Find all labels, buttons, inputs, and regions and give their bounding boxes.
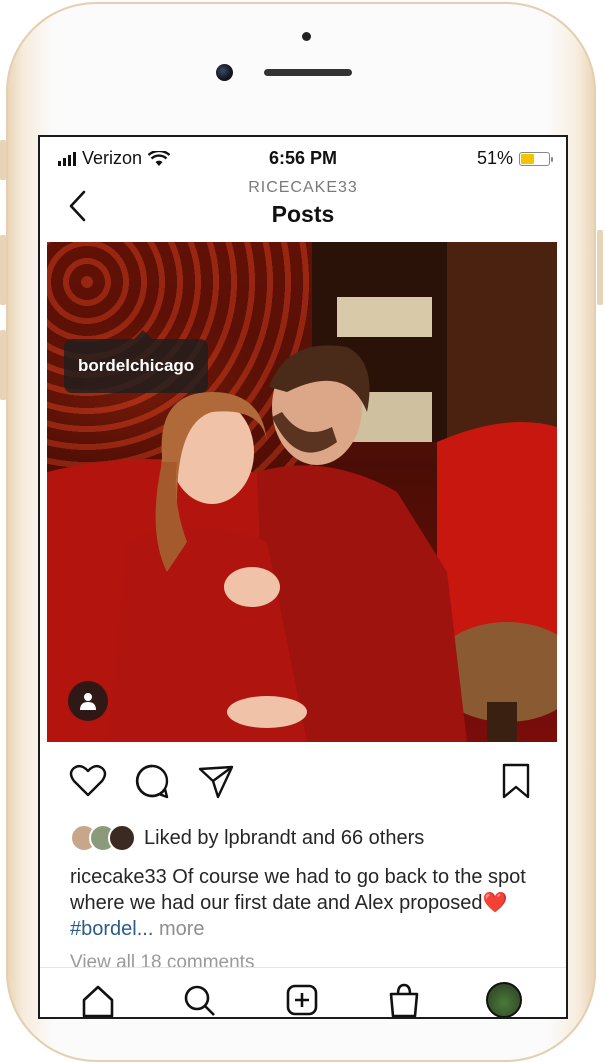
likes-prefix: Liked by (144, 826, 219, 849)
battery-icon (519, 151, 553, 166)
front-camera (216, 64, 233, 81)
bottom-tab-bar (40, 967, 566, 1018)
post-caption: ricecake33 Of course we had to go back t… (70, 864, 540, 942)
posts-header: RICECAKE33 Posts (40, 175, 566, 237)
caption-hashtag[interactable]: #bordel... (70, 918, 153, 940)
liker-avatars[interactable] (70, 824, 136, 852)
comment-icon[interactable] (132, 761, 172, 801)
likes-others[interactable]: 66 others (341, 827, 424, 850)
power-button (597, 230, 603, 305)
heart-icon[interactable] (68, 761, 108, 801)
header-username: RICECAKE33 (248, 179, 358, 196)
volume-down-button (0, 330, 6, 400)
post-photo[interactable]: bordelchicago (47, 242, 557, 742)
caption-username[interactable]: ricecake33 (70, 866, 167, 888)
person-icon[interactable] (68, 681, 108, 721)
earpiece-speaker (264, 69, 352, 76)
battery-group: 51% (476, 148, 553, 169)
heart-emoji: ❤️ (482, 892, 508, 914)
photo-scene (47, 242, 557, 742)
likes-summary: Liked by lpbrandt and 66 others (70, 823, 424, 853)
page-title: Posts (271, 201, 335, 227)
likes-middle: and (301, 826, 336, 849)
search-icon[interactable] (181, 982, 217, 1018)
shop-icon[interactable] (386, 982, 422, 1018)
avatar (108, 824, 136, 852)
battery-percent: 51% (476, 148, 513, 168)
status-bar: Verizon 6:56 PM 51% (40, 137, 566, 175)
add-post-icon[interactable] (284, 982, 320, 1018)
liker-username[interactable]: lpbrandt (224, 827, 296, 850)
mute-switch (0, 140, 6, 180)
profile-avatar[interactable] (486, 982, 522, 1017)
share-icon[interactable] (196, 761, 236, 801)
proximity-sensor (302, 32, 311, 41)
bookmark-icon[interactable] (496, 761, 536, 801)
caption-more-link[interactable]: more (159, 918, 205, 940)
volume-up-button (0, 235, 6, 305)
phone-screen: Verizon 6:56 PM 51% RICECAKE33 Posts bor… (38, 135, 568, 1019)
home-icon[interactable] (80, 982, 116, 1018)
location-tag[interactable]: bordelchicago (64, 330, 209, 393)
battery-fill (521, 153, 534, 164)
post-actions (40, 757, 566, 807)
